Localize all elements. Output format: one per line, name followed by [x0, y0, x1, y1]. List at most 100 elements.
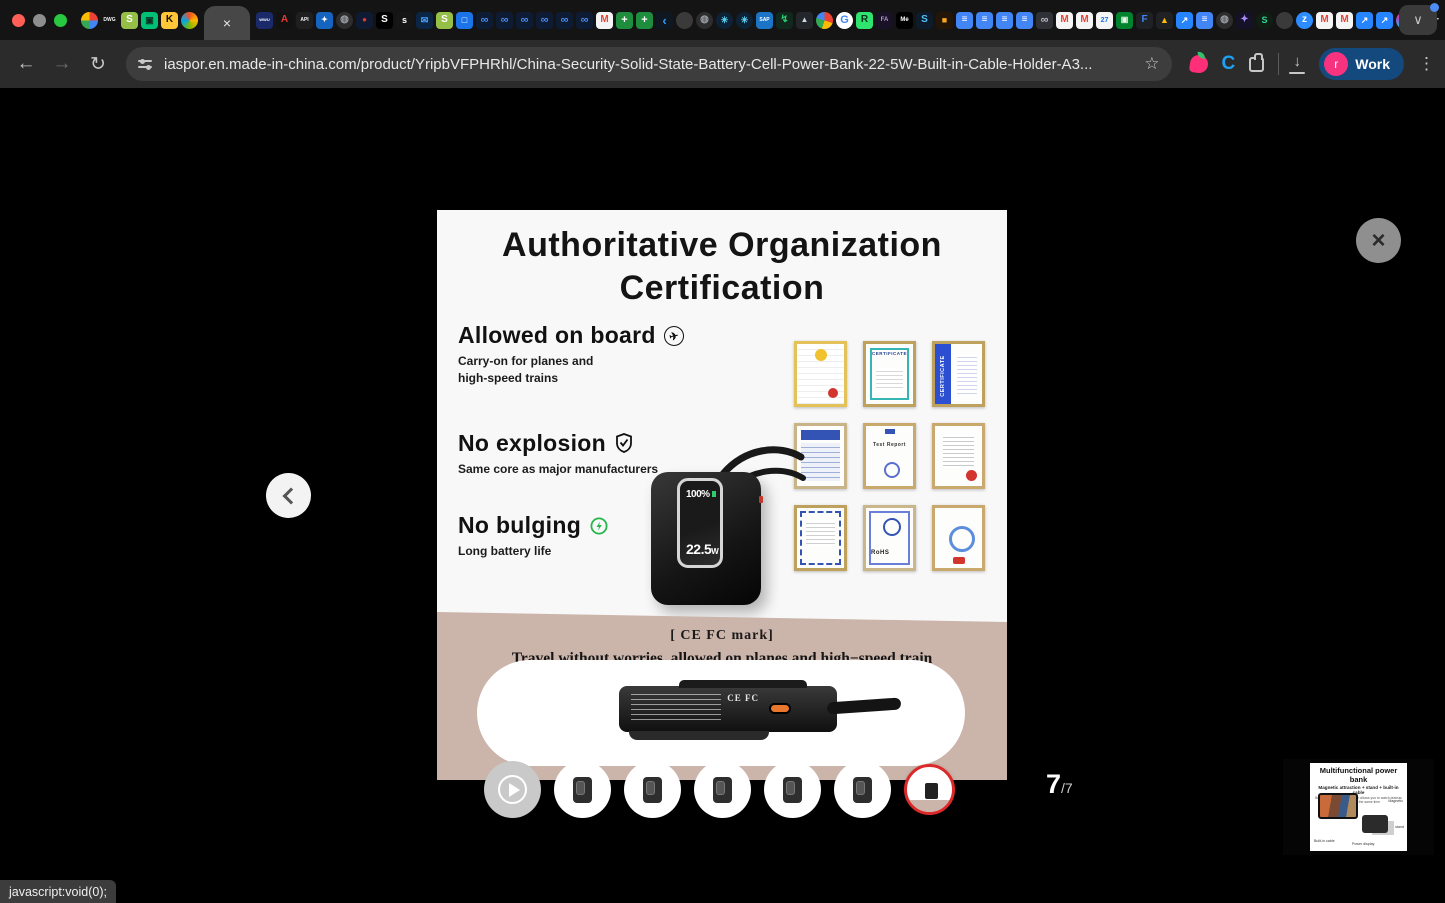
zoom-z-favicon[interactable]: z [1296, 12, 1313, 29]
bookmark-star-icon[interactable]: ☆ [1144, 54, 1159, 74]
s-black-favicon[interactable]: S [376, 12, 393, 29]
grad-infinity-favicon[interactable]: ∞ [1036, 12, 1053, 29]
green-bolt-favicon[interactable]: ↯ [776, 12, 793, 29]
react-1-favicon[interactable]: ✳ [716, 12, 733, 29]
c-extension-icon[interactable]: C [1222, 53, 1236, 75]
meet-camera-favicon[interactable]: ▣ [1116, 12, 1133, 29]
tab-search-button[interactable]: ∨ [1399, 5, 1437, 35]
green-swirl-favicon[interactable]: S [1256, 12, 1273, 29]
jira-1-favicon[interactable]: ↗ [1176, 12, 1193, 29]
site-info-icon[interactable] [138, 57, 154, 71]
extensions-puzzle-icon[interactable] [1249, 57, 1264, 72]
dwg-favicon[interactable]: DWG [101, 12, 118, 29]
docs-5-favicon[interactable]: ≡ [1196, 12, 1213, 29]
dark-shield-favicon[interactable]: ▲ [796, 12, 813, 29]
shopify-2-favicon[interactable]: S [436, 12, 453, 29]
ghost-2-favicon[interactable] [1276, 12, 1293, 29]
forward-button[interactable]: → [46, 48, 78, 80]
address-bar[interactable]: iaspor.en.made-in-china.com/product/Yrip… [126, 47, 1172, 81]
meta-4-favicon[interactable]: ∞ [536, 12, 553, 29]
dark-globe-3-favicon[interactable]: ◍ [1216, 12, 1233, 29]
mail-x-favicon[interactable]: ✉ [416, 12, 433, 29]
drive-triangle-favicon[interactable]: ▲ [1156, 12, 1173, 29]
docs-2-favicon[interactable]: ≡ [976, 12, 993, 29]
copilot-favicon[interactable] [181, 12, 198, 29]
google-photos-favicon[interactable] [81, 12, 98, 29]
react-2-favicon[interactable]: ✳ [736, 12, 753, 29]
meta-2-favicon[interactable]: ∞ [496, 12, 513, 29]
lightbox-close-button[interactable]: × [1356, 218, 1401, 263]
product-photo-1[interactable] [554, 761, 611, 818]
yellow-person-favicon[interactable]: K [161, 12, 178, 29]
calendar-27-favicon[interactable]: 27 [1096, 12, 1113, 29]
gmail-2-favicon[interactable]: M [1056, 12, 1073, 29]
docs-3-favicon[interactable]: ≡ [996, 12, 1013, 29]
s-cloud-favicon[interactable]: S [916, 12, 933, 29]
meta-6-favicon[interactable]: ∞ [576, 12, 593, 29]
notification-dot [1430, 3, 1439, 12]
gmail-4-favicon[interactable]: M [1316, 12, 1333, 29]
meta-3-favicon[interactable]: ∞ [516, 12, 533, 29]
gmail-5-favicon[interactable]: M [1336, 12, 1353, 29]
sheets-plus-1-favicon[interactable]: + [616, 12, 633, 29]
browser-toolbar: ← → ↻ iaspor.en.made-in-china.com/produc… [0, 40, 1445, 88]
shopify-favicon[interactable]: S [121, 12, 138, 29]
dark-globe-1-favicon[interactable]: ◍ [336, 12, 353, 29]
green-r-favicon[interactable]: R [856, 12, 873, 29]
docs-4-favicon[interactable]: ≡ [1016, 12, 1033, 29]
pip-label: Built-in cable [1314, 839, 1335, 843]
vscode-favicon[interactable]: ‹ [656, 12, 673, 29]
active-tab[interactable]: × [204, 6, 250, 40]
orange-box-favicon[interactable]: ■ [936, 12, 953, 29]
sparkle-favicon[interactable]: ✦ [1236, 12, 1253, 29]
window-close-button[interactable] [12, 14, 25, 27]
meta-5-favicon[interactable]: ∞ [556, 12, 573, 29]
previous-image-button[interactable] [266, 473, 311, 518]
red-a-favicon[interactable]: A [276, 12, 293, 29]
power-bank-device: 100% 22.5W [651, 472, 761, 605]
battery-percent: 100% [686, 489, 720, 500]
strawberry-extension-icon[interactable] [1188, 54, 1208, 74]
s-black-2-favicon[interactable]: s [396, 12, 413, 29]
blue-expand-favicon[interactable]: □ [456, 12, 473, 29]
sap-favicon[interactable]: SAP [756, 12, 773, 29]
api-favicon[interactable]: API [296, 12, 313, 29]
gmail-1-favicon[interactable]: M [596, 12, 613, 29]
docs-1-favicon[interactable]: ≡ [956, 12, 973, 29]
airplane-icon: ✈ [662, 324, 686, 348]
back-button[interactable]: ← [10, 48, 42, 80]
fa-purple-favicon[interactable]: FA [876, 12, 893, 29]
me-black-favicon[interactable]: Me [896, 12, 913, 29]
tab-close-icon[interactable]: × [223, 15, 231, 31]
sheets-plus-2-favicon[interactable]: + [636, 12, 653, 29]
meta-1-favicon[interactable]: ∞ [476, 12, 493, 29]
jira-3-favicon[interactable]: ↗ [1376, 12, 1393, 29]
green-terminal-favicon[interactable]: ▣ [141, 12, 158, 29]
profile-chip[interactable]: r Work [1319, 48, 1404, 80]
product-photo-2[interactable] [624, 761, 681, 818]
window-zoom-button[interactable] [54, 14, 67, 27]
google-fonts-favicon[interactable]: F [1136, 12, 1153, 29]
certification-thumbnail[interactable] [904, 764, 955, 815]
product-photo-4[interactable] [764, 761, 821, 818]
blue-hand-favicon[interactable]: ✦ [316, 12, 333, 29]
gmail-3-favicon[interactable]: M [1076, 12, 1093, 29]
browser-menu-icon[interactable]: ⋮ [1418, 54, 1435, 74]
google-g-favicon[interactable]: G [836, 12, 853, 29]
downloads-icon[interactable]: ↓ [1287, 54, 1307, 74]
charge-circle-icon [589, 516, 609, 536]
pip-preview[interactable]: Multifunctional power bank Magnetic attr… [1283, 759, 1434, 855]
video-thumbnail[interactable] [484, 761, 541, 818]
jira-2-favicon[interactable]: ↗ [1356, 12, 1373, 29]
red-pin-favicon[interactable]: ● [356, 12, 373, 29]
product-photo-5[interactable] [834, 761, 891, 818]
chrome-wheel-favicon[interactable] [816, 12, 833, 29]
shield-check-icon [614, 433, 634, 453]
dark-globe-2-favicon[interactable]: ◍ [696, 12, 713, 29]
product-photo-3[interactable] [694, 761, 751, 818]
wwu-favicon[interactable]: WWU [256, 12, 273, 29]
reload-button[interactable]: ↻ [82, 48, 114, 80]
window-minimize-button[interactable] [33, 14, 46, 27]
ghost-1-favicon[interactable] [676, 12, 693, 29]
url-text[interactable]: iaspor.en.made-in-china.com/product/Yrip… [164, 56, 1134, 73]
